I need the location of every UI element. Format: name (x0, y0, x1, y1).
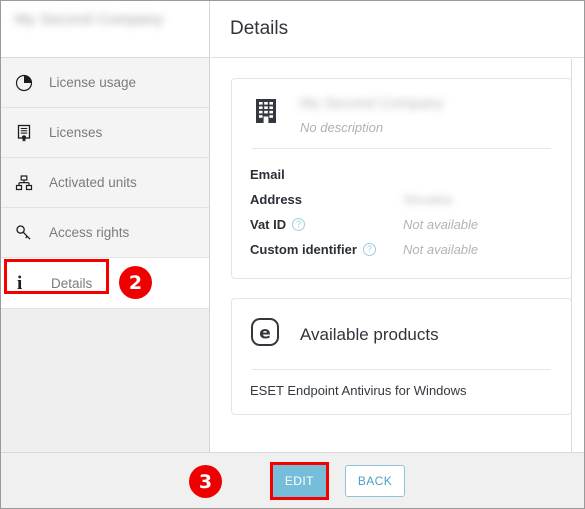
products-header: e Available products (250, 313, 553, 366)
field-row-custom-identifier: Custom identifier ? Not available (250, 237, 553, 262)
sidebar-item-label: Access rights (49, 225, 130, 240)
main-header: Details (211, 1, 584, 58)
field-label: Custom identifier (250, 242, 357, 257)
license-certificate-icon (15, 124, 41, 142)
main-panel: Details My Second Company No description… (211, 1, 584, 508)
details-content: My Second Company No description Email A… (211, 59, 584, 452)
sidebar-item-label: Details (51, 275, 93, 291)
card-divider (252, 148, 551, 149)
company-title-redacted: My Second Company (15, 11, 164, 28)
eset-logo-icon: e (250, 317, 294, 352)
key-icon (15, 224, 41, 242)
field-value: Not available (403, 217, 479, 232)
sidebar-nav: License usage Licenses Activated units A… (1, 58, 209, 308)
field-label: Email (250, 167, 285, 182)
sidebar-item-label: License usage (49, 75, 137, 90)
company-name-redacted: My Second Company (300, 95, 444, 112)
office-building-icon (250, 93, 294, 132)
sidebar-empty-area (1, 308, 209, 468)
sidebar-item-licenses[interactable]: Licenses (1, 108, 209, 158)
sidebar: My Second Company License usage Licenses… (1, 1, 210, 508)
sidebar-item-label: Licenses (49, 125, 103, 140)
sidebar-header: My Second Company (1, 1, 209, 58)
company-identity-row: My Second Company No description (250, 93, 553, 145)
eset-business-account-window: My Second Company License usage Licenses… (0, 0, 585, 509)
footer-bar: EDIT BACK (1, 452, 584, 508)
field-label: Address (250, 192, 303, 207)
company-details-card: My Second Company No description Email A… (231, 78, 572, 279)
svg-text:e: e (259, 324, 271, 344)
scrollbar-track[interactable] (571, 59, 572, 452)
question-mark-icon[interactable]: ? (292, 218, 306, 231)
field-label: Vat ID (250, 217, 287, 232)
sidebar-item-label: Activated units (49, 175, 137, 190)
annotation-badge-2: 2 (119, 266, 152, 299)
sidebar-item-access-rights[interactable]: Access rights (1, 208, 209, 258)
available-products-card: e Available products ESET Endpoint Antiv… (231, 298, 572, 415)
company-text-block: My Second Company No description (294, 93, 553, 135)
back-button[interactable]: BACK (344, 464, 406, 497)
org-tree-icon (15, 174, 41, 192)
sidebar-item-license-usage[interactable]: License usage (1, 58, 209, 108)
annotation-badge-3: 3 (189, 465, 222, 498)
field-value-redacted: Slovakia (403, 192, 453, 207)
question-mark-icon[interactable]: ? (362, 243, 376, 256)
products-title: Available products (300, 324, 439, 344)
sidebar-item-details[interactable]: i Details (1, 258, 209, 308)
field-row-email: Email (250, 162, 553, 187)
edit-button[interactable]: EDIT (269, 461, 329, 500)
product-list-item: ESET Endpoint Antivirus for Windows (250, 383, 467, 398)
company-fields: Email Address Slovakia Vat ID ? Not avai… (250, 162, 553, 262)
sidebar-item-activated-units[interactable]: Activated units (1, 158, 209, 208)
pie-chart-icon (15, 74, 41, 92)
footer-buttons: EDIT BACK (269, 461, 406, 500)
page-title: Details (230, 18, 289, 39)
info-icon: i (17, 272, 23, 294)
field-value: Not available (403, 242, 479, 257)
company-description: No description (300, 120, 384, 135)
field-row-address: Address Slovakia (250, 187, 553, 212)
field-row-vat-id: Vat ID ? Not available (250, 212, 553, 237)
